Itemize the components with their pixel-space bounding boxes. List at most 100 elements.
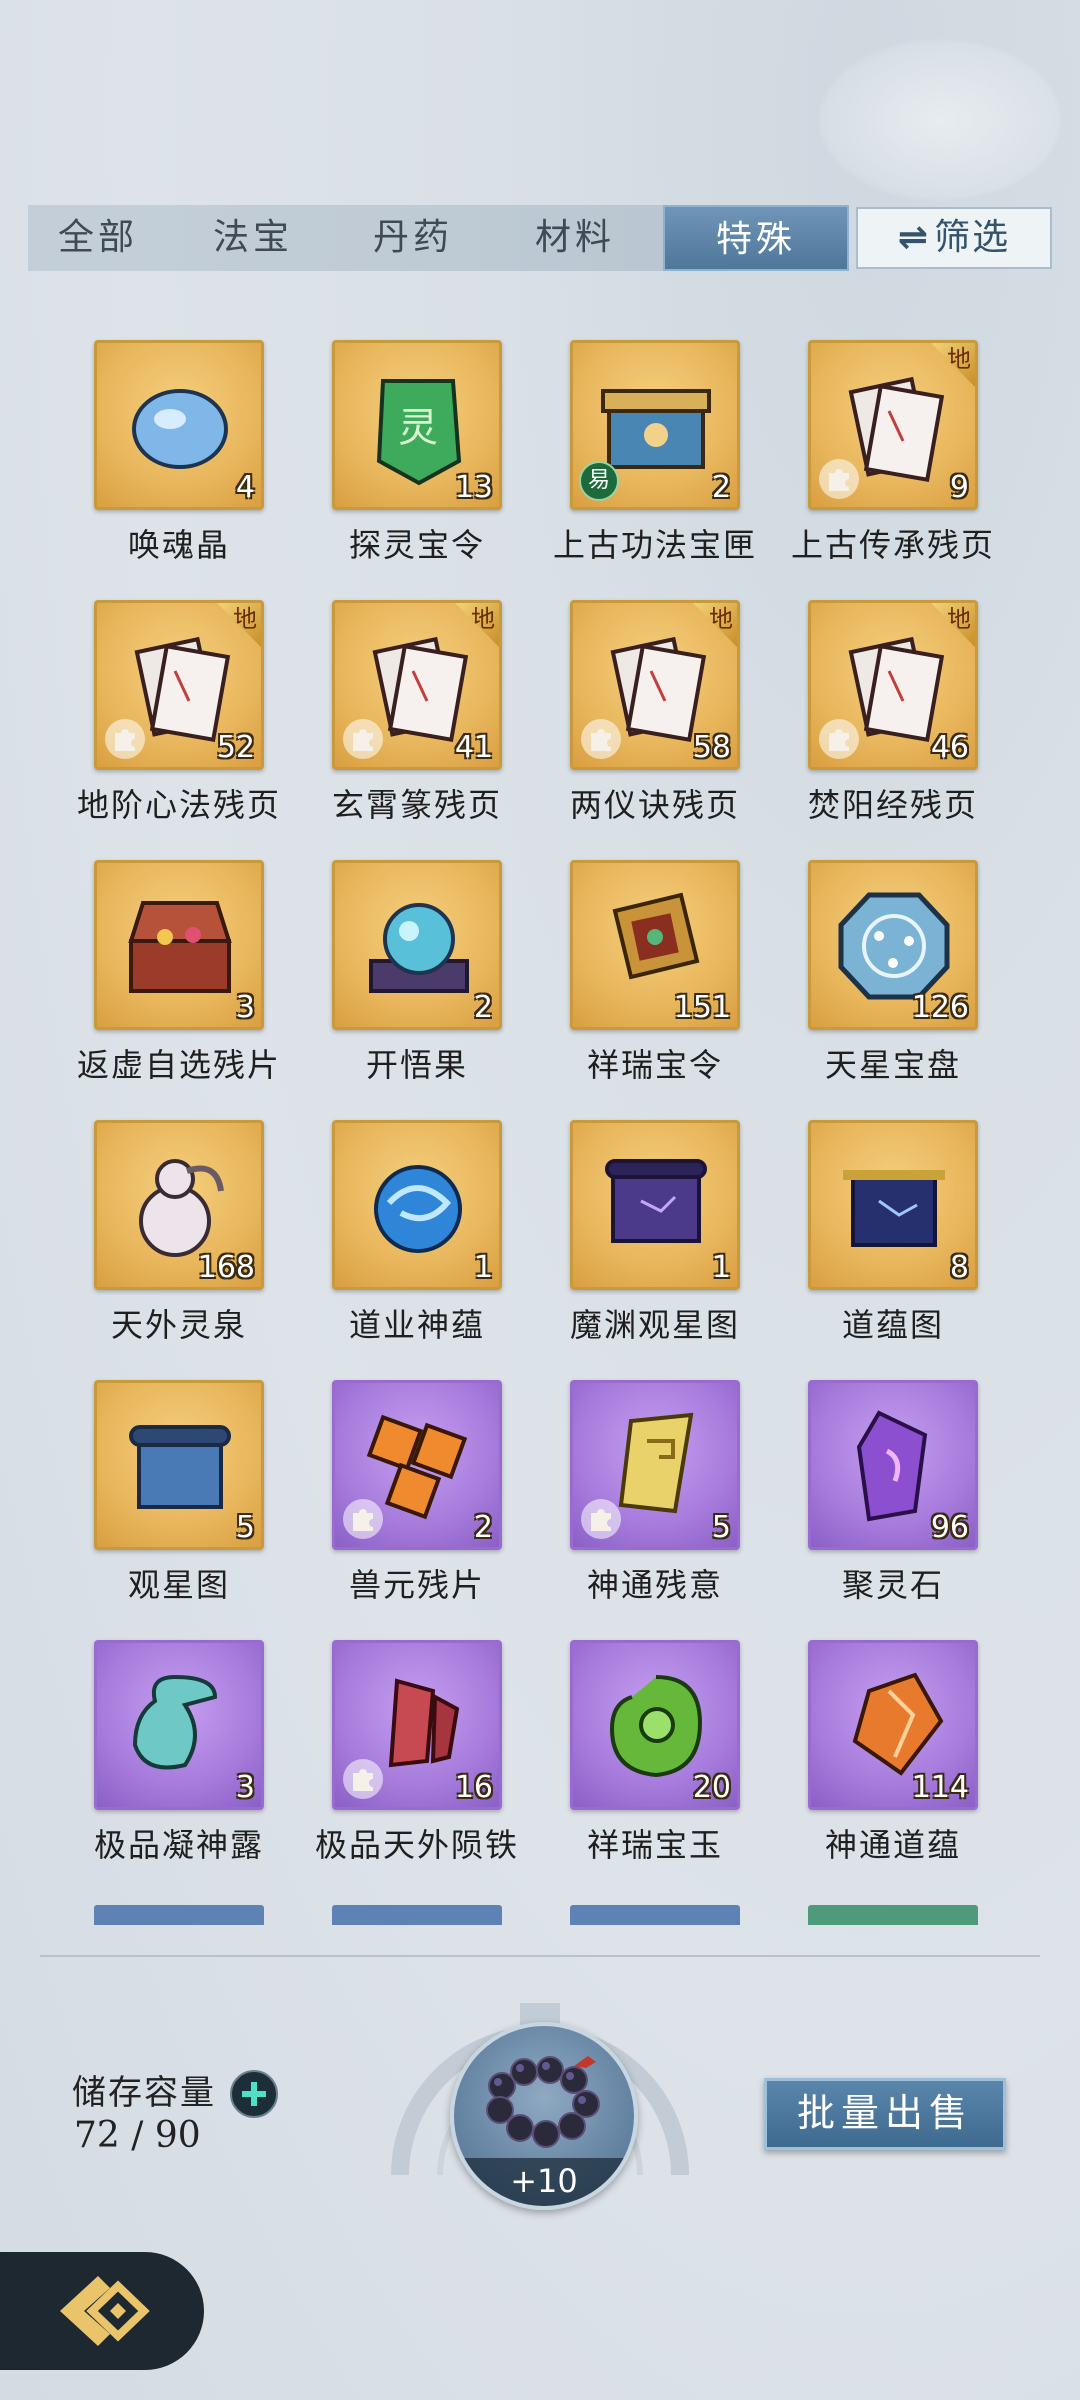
item-tile[interactable]: 3 [94, 860, 264, 1030]
item-tile[interactable]: 8 [808, 1120, 978, 1290]
item-count: 13 [454, 470, 493, 505]
inventory-item[interactable]: 地 58 两仪诀残页 [516, 600, 756, 860]
inventory-item[interactable]: 5 神通残意 [516, 1380, 756, 1640]
item-name: 唤魂晶 [127, 526, 230, 564]
swap-arrows-icon: ⇌ [897, 217, 931, 258]
expand-capacity-button[interactable]: +10 [450, 2022, 638, 2210]
category-tabs: 全部 法宝 丹药 材料 特殊 ⇌ 筛选 [28, 205, 1052, 271]
inventory-item[interactable]: 2 兽元残片 [278, 1380, 518, 1640]
background-glow [820, 40, 1060, 200]
item-tile[interactable]: 地 52 [94, 600, 264, 770]
expand-amount: +10 [454, 2158, 634, 2206]
blue-crystal-icon [132, 389, 228, 469]
item-count: 20 [692, 1770, 731, 1805]
item-count: 5 [711, 1510, 731, 1545]
item-tile[interactable]: 地 58 [570, 600, 740, 770]
inventory-item[interactable]: 4 唤魂晶 [40, 340, 280, 600]
inventory-item[interactable]: 2 开悟果 [278, 860, 518, 1120]
item-tile[interactable]: 地 46 [808, 600, 978, 770]
item-name: 天星宝盘 [824, 1046, 961, 1084]
glowing-fruit-icon [369, 903, 469, 993]
item-tile[interactable]: 126 [808, 860, 978, 1030]
inventory-item[interactable]: 地 46 焚阳经残页 [754, 600, 994, 860]
item-tile[interactable]: 灵 13 [332, 340, 502, 510]
item-tile[interactable]: 地9 [808, 340, 978, 510]
item-name: 聚灵石 [841, 1566, 944, 1604]
item-name: 极品凝神露 [93, 1826, 264, 1864]
puzzle-piece-icon [819, 459, 859, 499]
item-tile[interactable]: 1 [332, 1120, 502, 1290]
item-count: 2 [473, 1510, 493, 1545]
inventory-item[interactable]: 8 道蕴图 [754, 1120, 994, 1380]
back-button[interactable] [0, 2252, 204, 2370]
inventory-item[interactable]: 灵 13 探灵宝令 [278, 340, 518, 600]
tab-all[interactable]: 全部 [28, 205, 168, 271]
inventory-item[interactable]: 151 祥瑞宝令 [516, 860, 756, 1120]
item-name: 神通道蕴 [824, 1826, 961, 1864]
item-name: 极品天外陨铁 [314, 1826, 519, 1864]
dew-vase-icon [132, 1674, 218, 1770]
inventory-item[interactable]: 114 神通道蕴 [754, 1640, 994, 1900]
item-name: 上古功法宝匣 [552, 526, 757, 564]
item-count: 151 [673, 990, 731, 1025]
tab-pills[interactable]: 丹药 [343, 205, 483, 271]
item-tile[interactable]: 4 [94, 340, 264, 510]
item-name: 上古传承残页 [790, 526, 995, 564]
back-arrow-icon [60, 2276, 150, 2346]
partial-tile [332, 1905, 502, 1925]
dao-map-icon [843, 1170, 945, 1247]
inventory-item[interactable]: 1 道业神蕴 [278, 1120, 518, 1380]
item-name: 两仪诀残页 [569, 786, 740, 824]
item-tile[interactable]: 5 [94, 1380, 264, 1550]
item-tile[interactable]: 16 [332, 1640, 502, 1810]
item-count: 58 [692, 730, 731, 765]
tab-special[interactable]: 特殊 [663, 205, 849, 271]
inventory-item[interactable]: 20 祥瑞宝玉 [516, 1640, 756, 1900]
puzzle-piece-icon [819, 719, 859, 759]
bulk-sell-button[interactable]: 批量出售 [764, 2078, 1006, 2150]
filter-button[interactable]: ⇌ 筛选 [856, 207, 1052, 269]
add-capacity-button[interactable] [230, 2070, 278, 2118]
inventory-item[interactable]: 地 9 上古传承残页 [754, 340, 994, 600]
item-tile[interactable]: 151 [570, 860, 740, 1030]
tab-treasure[interactable]: 法宝 [183, 205, 323, 271]
purple-star-map-icon [605, 1159, 707, 1243]
inventory-item[interactable]: 5 观星图 [40, 1380, 280, 1640]
item-tile[interactable]: 2 [332, 860, 502, 1030]
inventory-item[interactable]: 1 魔渊观星图 [516, 1120, 756, 1380]
item-name: 探灵宝令 [348, 526, 485, 564]
inventory-item[interactable]: 3 返虚自选残片 [40, 860, 280, 1120]
star-map-icon [129, 1425, 231, 1509]
item-tile[interactable]: 5 [570, 1380, 740, 1550]
trade-tag-badge: 易 [579, 461, 619, 501]
inventory-item[interactable]: 地 41 玄霄篆残页 [278, 600, 518, 860]
inventory-item[interactable]: 126 天星宝盘 [754, 860, 994, 1120]
item-name: 返虚自选残片 [76, 1046, 281, 1084]
item-count: 3 [235, 990, 255, 1025]
puzzle-piece-icon [343, 1759, 383, 1799]
divider [40, 1955, 1040, 1957]
inventory-item[interactable]: 168 天外灵泉 [40, 1120, 280, 1380]
item-tile[interactable]: 3 [94, 1640, 264, 1810]
item-name: 天外灵泉 [110, 1306, 247, 1344]
item-tile[interactable]: 168 [94, 1120, 264, 1290]
inventory-item[interactable]: 地 52 地阶心法残页 [40, 600, 280, 860]
item-name: 兽元残片 [348, 1566, 485, 1604]
item-count: 41 [454, 730, 493, 765]
item-name: 祥瑞宝令 [586, 1046, 723, 1084]
inventory-item[interactable]: 16 极品天外陨铁 [278, 1640, 518, 1900]
tab-materials[interactable]: 材料 [505, 205, 645, 271]
item-tile[interactable]: 96 [808, 1380, 978, 1550]
item-tile[interactable]: 1 [570, 1120, 740, 1290]
item-tile[interactable]: 地 41 [332, 600, 502, 770]
inventory-item[interactable]: 易 2 上古功法宝匣 [516, 340, 756, 600]
item-tile[interactable]: 20 [570, 1640, 740, 1810]
inventory-item[interactable]: 96 聚灵石 [754, 1380, 994, 1640]
item-tile[interactable]: 2 [332, 1380, 502, 1550]
item-tile[interactable]: 114 [808, 1640, 978, 1810]
item-tile[interactable]: 易2 [570, 340, 740, 510]
item-count: 4 [235, 470, 255, 505]
inventory-item[interactable]: 3 极品凝神露 [40, 1640, 280, 1900]
open-chest-icon [128, 901, 232, 993]
item-count: 126 [911, 990, 969, 1025]
